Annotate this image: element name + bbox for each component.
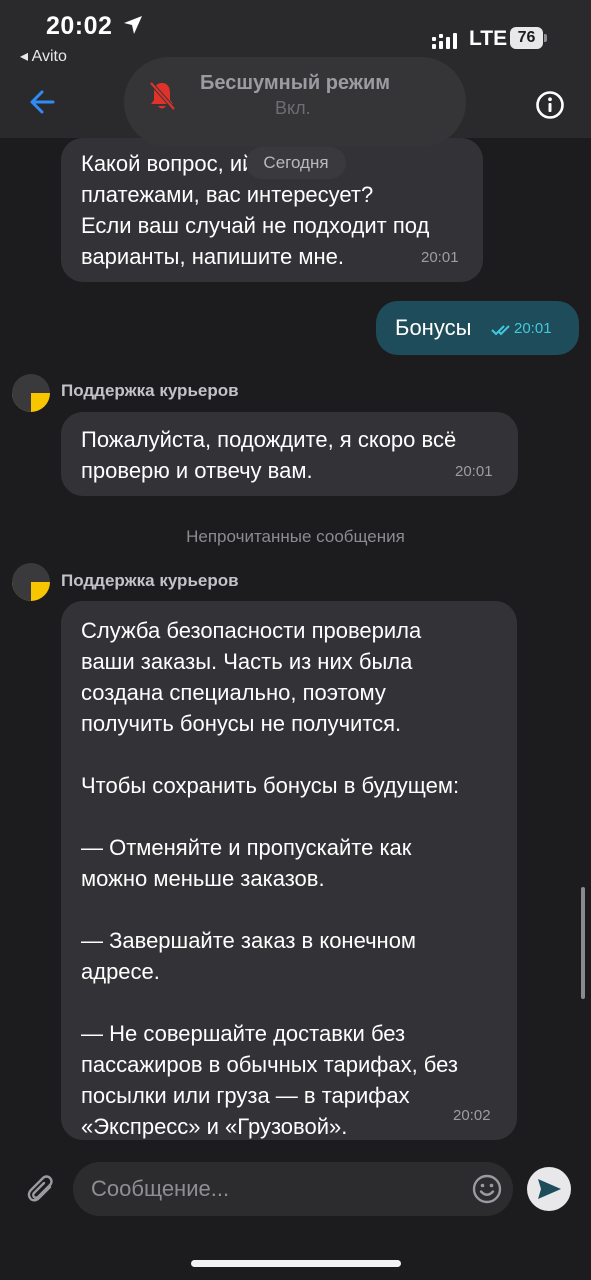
status-time: 20:02 — [46, 12, 113, 40]
location-arrow-icon — [124, 16, 142, 34]
message-input-placeholder: Сообщение... — [91, 1176, 230, 1201]
message-time: 20:01 — [514, 320, 552, 337]
emoji-icon[interactable] — [471, 1173, 503, 1205]
silent-mode-status: Вкл. — [275, 98, 311, 118]
message-time: 20:02 — [453, 1107, 491, 1124]
info-icon[interactable] — [535, 90, 565, 120]
double-check-icon — [491, 325, 510, 336]
send-icon — [538, 1179, 561, 1199]
message-bubble[interactable]: Служба безопасности проверила ваши заказ… — [61, 601, 517, 1140]
silent-mode-title: Бесшумный режим — [200, 72, 391, 94]
battery-level: 76 — [510, 27, 543, 49]
paperclip-icon[interactable] — [26, 1173, 58, 1207]
sender-name: Поддержка курьеров — [61, 381, 239, 400]
battery-nub — [544, 34, 547, 42]
signal-icon — [432, 33, 457, 49]
sender-name: Поддержка курьеров — [61, 571, 239, 590]
support-avatar[interactable] — [12, 374, 50, 412]
network-type: LTE — [469, 27, 508, 50]
home-indicator — [191, 1260, 401, 1267]
message-time: 20:01 — [421, 249, 459, 266]
back-to-app-link[interactable]: ◂ Avito — [20, 46, 67, 66]
message-text: Служба безопасности проверила ваши заказ… — [81, 618, 460, 1139]
send-button[interactable] — [527, 1167, 571, 1211]
support-avatar[interactable] — [12, 563, 50, 601]
message-time: 20:01 — [455, 463, 493, 480]
date-separator: Сегодня — [246, 147, 346, 179]
message-text: Пожалуйста, подождите, я скоро всё прове… — [81, 427, 457, 483]
message-bubble[interactable]: Пожалуйста, подождите, я скоро всё прове… — [61, 412, 518, 496]
scrollbar[interactable] — [581, 887, 585, 999]
bell-off-icon — [149, 81, 176, 111]
unread-separator: Непрочитанные сообщения — [186, 527, 405, 546]
back-arrow-icon[interactable] — [28, 88, 56, 116]
message-text: Бонусы — [395, 315, 472, 340]
